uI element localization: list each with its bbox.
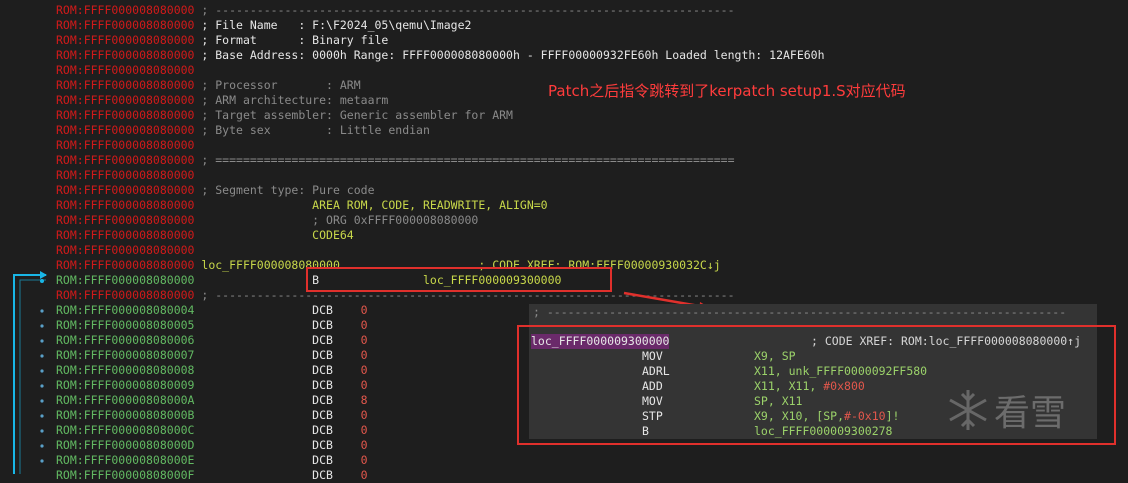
line-text: DCB 0: [194, 333, 368, 347]
line-address[interactable]: ROM:FFFF000008080000: [56, 123, 194, 137]
listing-line[interactable]: ROM:FFFF000008080000 CODE64: [56, 228, 354, 243]
listing-line[interactable]: ROM:FFFF00000808000A DCB 8: [56, 393, 368, 408]
listing-line[interactable]: ROM:FFFF000008080006 DCB 0: [56, 333, 368, 348]
line-text: DCB 0: [194, 423, 368, 437]
listing-line[interactable]: ROM:FFFF000008080004 DCB 0: [56, 303, 368, 318]
line-text: ; Base Address: 0000h Range: FFFF0000080…: [194, 48, 825, 62]
listing-line[interactable]: ROM:FFFF00000808000F DCB 0: [56, 468, 368, 483]
line-text: DCB 0: [194, 363, 368, 377]
line-text: CODE64: [194, 228, 354, 242]
line-text: DCB 0: [194, 468, 368, 482]
line-address[interactable]: ROM:FFFF00000808000B: [56, 408, 194, 422]
line-address[interactable]: ROM:FFFF000008080000: [56, 48, 194, 62]
line-text: DCB 0: [194, 438, 368, 452]
listing-line[interactable]: ROM:FFFF000008080000 ; -----------------…: [56, 3, 735, 18]
line-text: ; Format : Binary file: [194, 33, 389, 47]
listing-line[interactable]: ROM:FFFF000008080000 ; File Name : F:\F2…: [56, 18, 471, 33]
listing-line[interactable]: ROM:FFFF000008080000 ; Byte sex : Little…: [56, 123, 430, 138]
line-text: ; ORG 0xFFFF000008080000: [194, 213, 479, 227]
line-address[interactable]: ROM:FFFF000008080000: [56, 153, 194, 167]
line-address[interactable]: ROM:FFFF000008080009: [56, 378, 194, 392]
line-address[interactable]: ROM:FFFF000008080000: [56, 258, 194, 272]
line-text: DCB 0: [194, 318, 368, 332]
listing-line[interactable]: ROM:FFFF000008080000 ; Segment type: Pur…: [56, 183, 375, 198]
line-address[interactable]: ROM:FFFF000008080005: [56, 318, 194, 332]
line-text: DCB 0: [194, 378, 368, 392]
listing-line[interactable]: ROM:FFFF000008080000 ; Target assembler:…: [56, 108, 513, 123]
listing-line[interactable]: ROM:FFFF000008080000 ; ARM architecture:…: [56, 93, 388, 108]
line-text: ; Processor : ARM: [194, 78, 361, 92]
listing-line[interactable]: ROM:FFFF000008080005 DCB 0: [56, 318, 368, 333]
line-address[interactable]: ROM:FFFF000008080000: [56, 198, 194, 212]
line-address[interactable]: ROM:FFFF00000808000D: [56, 438, 194, 452]
line-address[interactable]: ROM:FFFF000008080000: [56, 183, 194, 197]
line-address[interactable]: ROM:FFFF000008080000: [56, 168, 194, 182]
listing-line[interactable]: ROM:FFFF00000808000D DCB 0: [56, 438, 368, 453]
line-address[interactable]: ROM:FFFF000008080007: [56, 348, 194, 362]
line-text: ; ARM architecture: metaarm: [194, 93, 389, 107]
line-text: ; Byte sex : Little endian: [194, 123, 430, 137]
line-address[interactable]: ROM:FFFF000008080000: [56, 228, 194, 242]
line-text: DCB 0: [194, 348, 368, 362]
line-text: ; Target assembler: Generic assembler fo…: [194, 108, 513, 122]
line-text: ; File Name : F:\F2024_05\qemu\Image2: [194, 18, 472, 32]
line-address[interactable]: ROM:FFFF000008080000: [56, 273, 194, 287]
line-text: DCB 0: [194, 303, 368, 317]
line-address[interactable]: ROM:FFFF000008080008: [56, 363, 194, 377]
branch-highlight-box: [306, 267, 612, 292]
listing-line[interactable]: ROM:FFFF000008080007 DCB 0: [56, 348, 368, 363]
line-address[interactable]: ROM:FFFF00000808000C: [56, 423, 194, 437]
line-text: DCB 8: [194, 393, 368, 407]
snowflake-logo-icon: [949, 390, 987, 430]
listing-line[interactable]: ROM:FFFF000008080000: [56, 168, 194, 183]
listing-line[interactable]: ROM:FFFF000008080000 ; ORG 0xFFFF0000080…: [56, 213, 478, 228]
line-address[interactable]: ROM:FFFF000008080000: [56, 3, 194, 17]
gutter-dots: [40, 309, 44, 463]
line-text: ; ======================================…: [194, 153, 735, 167]
watermark-text: 看雪: [994, 393, 1067, 434]
line-text: DCB 0: [194, 408, 368, 422]
listing-line[interactable]: ROM:FFFF000008080000: [56, 243, 194, 258]
line-address[interactable]: ROM:FFFF000008080006: [56, 333, 194, 347]
listing-line[interactable]: ROM:FFFF00000808000C DCB 0: [56, 423, 368, 438]
line-address[interactable]: ROM:FFFF000008080000: [56, 78, 194, 92]
listing-line[interactable]: ROM:FFFF000008080000 ; Processor : ARM: [56, 78, 361, 93]
listing-line[interactable]: ROM:FFFF000008080000 AREA ROM, CODE, REA…: [56, 198, 548, 213]
line-address[interactable]: ROM:FFFF000008080000: [56, 18, 194, 32]
line-address[interactable]: ROM:FFFF000008080004: [56, 303, 194, 317]
listing-line[interactable]: ROM:FFFF000008080009 DCB 0: [56, 378, 368, 393]
listing-line[interactable]: ROM:FFFF00000808000E DCB 0: [56, 453, 368, 468]
line-address[interactable]: ROM:FFFF000008080000: [56, 138, 194, 152]
listing-line[interactable]: ROM:FFFF000008080000 ; Base Address: 000…: [56, 48, 825, 63]
line-address[interactable]: ROM:FFFF000008080000: [56, 213, 194, 227]
line-address[interactable]: ROM:FFFF00000808000E: [56, 453, 194, 467]
line-address[interactable]: ROM:FFFF00000808000F: [56, 468, 194, 482]
line-address[interactable]: ROM:FFFF000008080000: [56, 243, 194, 257]
listing-line[interactable]: ROM:FFFF000008080000: [56, 63, 194, 78]
line-address[interactable]: ROM:FFFF00000808000A: [56, 393, 194, 407]
popup-separator: ; --------------------------------------…: [533, 305, 1067, 319]
line-text: ; Segment type: Pure code: [194, 183, 375, 197]
line-address[interactable]: ROM:FFFF000008080000: [56, 33, 194, 47]
line-address[interactable]: ROM:FFFF000008080000: [56, 93, 194, 107]
annotation-text: Patch之后指令跳转到了kerpatch setup1.S对应代码: [548, 82, 906, 100]
line-text: ; --------------------------------------…: [194, 3, 735, 17]
listing-line[interactable]: ROM:FFFF000008080000 ; Format : Binary f…: [56, 33, 388, 48]
listing-line[interactable]: ROM:FFFF00000808000B DCB 0: [56, 408, 368, 423]
listing-line[interactable]: ROM:FFFF000008080000 ; =================…: [56, 153, 735, 168]
listing-line[interactable]: ROM:FFFF000008080008 DCB 0: [56, 363, 368, 378]
line-text: AREA ROM, CODE, READWRITE, ALIGN=0: [194, 198, 548, 212]
line-address[interactable]: ROM:FFFF000008080000: [56, 108, 194, 122]
line-text: DCB 0: [194, 453, 368, 467]
line-address[interactable]: ROM:FFFF000008080000: [56, 63, 194, 77]
line-address[interactable]: ROM:FFFF000008080000: [56, 288, 194, 302]
listing-line[interactable]: ROM:FFFF000008080000: [56, 138, 194, 153]
